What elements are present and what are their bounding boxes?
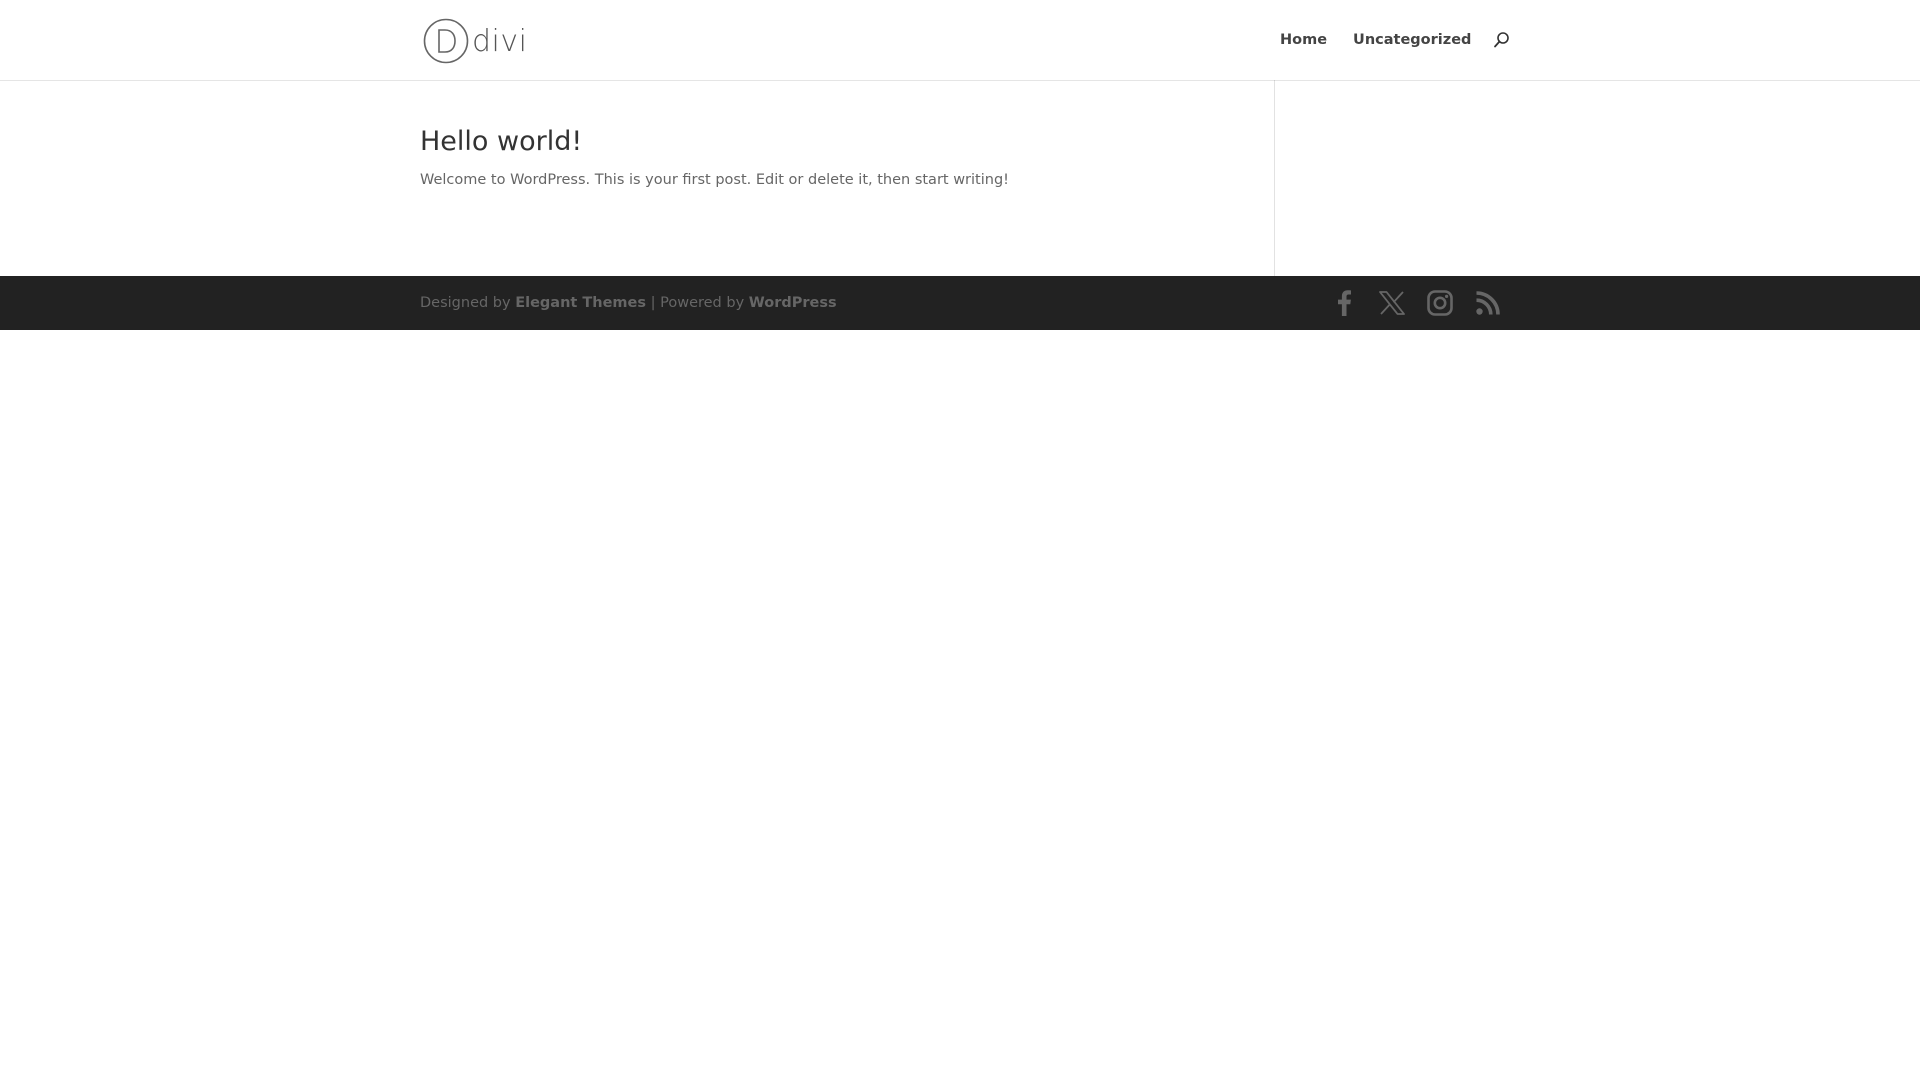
post-title[interactable]: Hello world!	[420, 125, 582, 159]
instagram-icon[interactable]	[1426, 289, 1454, 317]
logo-text: divi	[472, 23, 528, 59]
x-icon[interactable]	[1378, 289, 1406, 317]
site-footer: Designed by Elegant Themes | Powered by …	[0, 276, 1920, 330]
credits-platform-link[interactable]: WordPress	[749, 295, 837, 311]
nav-item-home[interactable]: Home	[1280, 32, 1327, 48]
nav-item-uncategorized[interactable]: Uncategorized	[1353, 32, 1471, 48]
footer-credits: Designed by Elegant Themes | Powered by …	[420, 276, 837, 330]
site-logo[interactable]: divi	[423, 18, 527, 64]
social-icons	[1330, 276, 1502, 330]
credits-designer-link[interactable]: Elegant Themes	[515, 295, 646, 311]
divi-logo-icon	[423, 18, 469, 64]
facebook-icon[interactable]	[1330, 289, 1358, 317]
credits-separator: | Powered by	[650, 295, 745, 311]
search-icon[interactable]	[1493, 31, 1511, 49]
post-excerpt: Welcome to WordPress. This is your first…	[420, 172, 1009, 188]
sidebar-divider	[1274, 80, 1275, 276]
primary-nav: Home Uncategorized	[1280, 0, 1511, 80]
site-header: divi Home Uncategorized	[0, 0, 1920, 80]
credits-designed-by: Designed by	[420, 295, 511, 311]
rss-icon[interactable]	[1474, 289, 1502, 317]
main-content: Hello world! Welcome to WordPress. This …	[0, 80, 1920, 276]
